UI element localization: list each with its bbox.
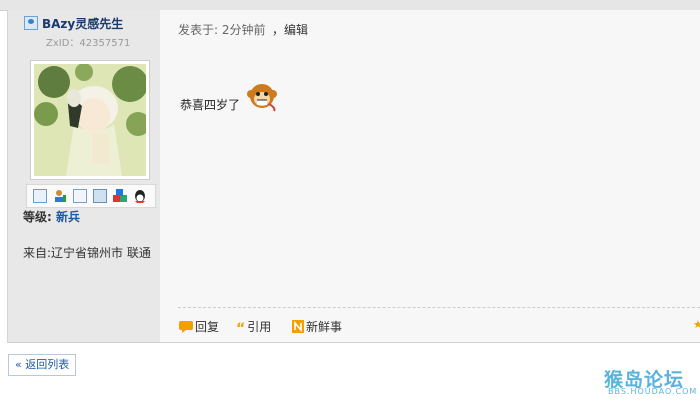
more-actions-icon[interactable]: ★ (693, 318, 700, 331)
profile-icon[interactable] (73, 189, 87, 203)
avatar[interactable] (30, 60, 150, 180)
post-content: 恭喜四岁了 (180, 98, 241, 112)
watermark-logo: 猴岛论坛 BBS.HOUDAO.COM (604, 369, 698, 396)
user-level-value[interactable]: 新兵 (56, 210, 80, 224)
quote-icon: “ (236, 321, 246, 337)
back-to-list-button[interactable]: « 返回列表 (8, 354, 77, 376)
user-level: 等级: 新兵 (23, 210, 81, 224)
quote-button[interactable]: “引用 (236, 318, 271, 337)
user-location: 来自:辽宁省锦州市 联通 (23, 246, 151, 260)
edit-link[interactable]: ，编辑 (272, 21, 308, 38)
reply-button[interactable]: 回复 (179, 318, 219, 336)
monkey-emoji-icon (246, 82, 278, 115)
blocks-icon[interactable] (113, 189, 127, 203)
news-button[interactable]: 新鲜事 (292, 318, 342, 336)
reply-icon (179, 321, 193, 336)
post-body (160, 10, 700, 342)
user-sidebar: BAzy灵感先生 ZxID：42357571 (7, 10, 161, 342)
bottom-border (7, 342, 700, 343)
post-divider (178, 307, 700, 308)
post-timestamp: 发表于: 2分钟前 (178, 23, 266, 37)
qq-icon[interactable] (133, 189, 147, 203)
username-link[interactable]: BAzy灵感先生 (42, 15, 123, 32)
user-id: ZxID：42357571 (46, 38, 131, 49)
user-action-bar (26, 184, 156, 208)
user-icon (24, 16, 38, 30)
news-icon (292, 320, 304, 336)
mail-icon[interactable] (33, 189, 47, 203)
add-friend-icon[interactable] (53, 189, 67, 203)
photo-icon[interactable] (93, 189, 107, 203)
